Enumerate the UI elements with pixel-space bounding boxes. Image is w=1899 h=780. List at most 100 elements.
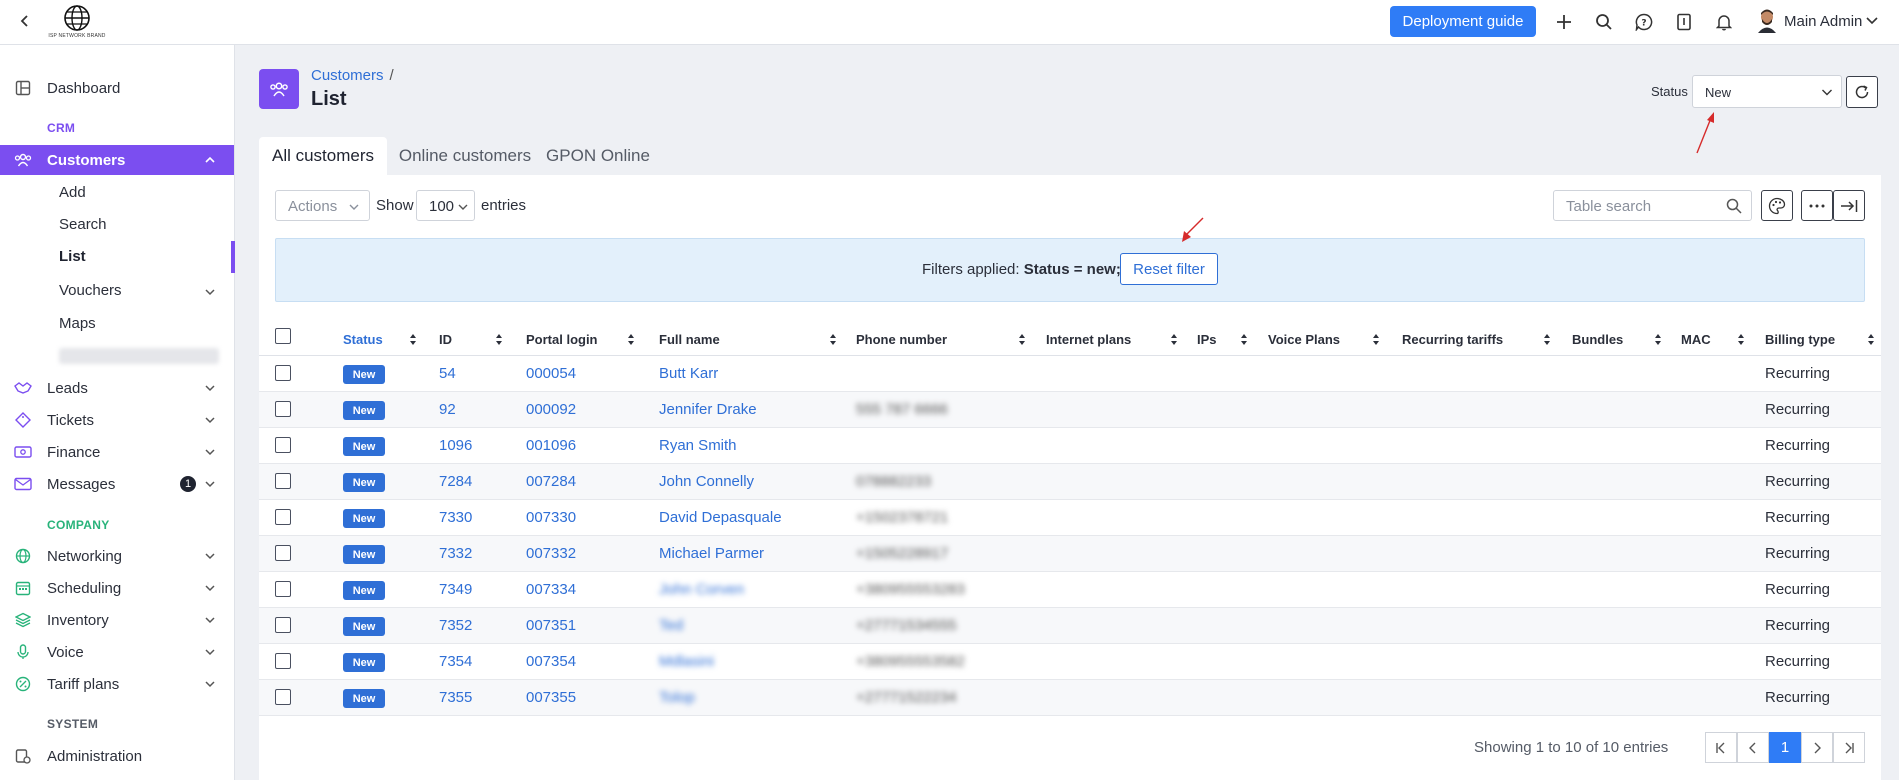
sidebar-item-voice[interactable]: Voice (0, 637, 234, 667)
tab-gpon-online[interactable]: GPON Online (543, 137, 653, 175)
column-header-bundles[interactable]: Bundles (1572, 332, 1623, 347)
column-header-mac[interactable]: MAC (1681, 332, 1711, 347)
sort-icon[interactable] (1018, 333, 1026, 346)
portal-login-link[interactable]: 007351 (526, 617, 576, 634)
search-icon[interactable] (1726, 198, 1742, 214)
full-name-link[interactable]: Michael Parmer (659, 545, 764, 562)
sidebar-subitem-redacted[interactable] (59, 348, 219, 364)
table-row[interactable]: New 7332 007332 Michael Parmer +1505228917 Re… (259, 536, 1881, 572)
chevron-down-icon[interactable] (203, 677, 217, 691)
sidebar-subitem-list[interactable]: List (59, 248, 86, 265)
table-row[interactable]: New 7352 007351 Ted +27771534555 Recurring (259, 608, 1881, 644)
help-icon[interactable]: ? (1632, 10, 1656, 34)
chevron-down-icon[interactable] (203, 445, 217, 459)
table-search-input[interactable] (1566, 198, 1716, 215)
customer-id-link[interactable]: 7284 (439, 473, 472, 490)
full-name-link[interactable]: Mdlasini (659, 653, 714, 670)
column-settings-button[interactable] (1761, 190, 1793, 221)
full-name-link[interactable]: Ryan Smith (659, 437, 737, 454)
row-checkbox[interactable] (275, 509, 291, 525)
table-row[interactable]: New 1096 001096 Ryan Smith Recurring (259, 428, 1881, 464)
table-row[interactable]: New 7354 007354 Mdlasini +380955553582 Recurr… (259, 644, 1881, 680)
tab-all-customers[interactable]: All customers (259, 137, 387, 175)
chevron-down-icon[interactable] (1864, 12, 1880, 28)
full-name-link[interactable]: David Depasquale (659, 509, 782, 526)
sort-icon[interactable] (1867, 333, 1875, 346)
full-name-link[interactable]: John Corven (659, 581, 744, 598)
customer-id-link[interactable]: 7349 (439, 581, 472, 598)
row-checkbox[interactable] (275, 617, 291, 633)
row-checkbox[interactable] (275, 689, 291, 705)
portal-login-link[interactable]: 000054 (526, 365, 576, 382)
sidebar-item-leads[interactable]: Leads (0, 373, 234, 403)
chevron-down-icon[interactable] (203, 613, 217, 627)
customer-id-link[interactable]: 7355 (439, 689, 472, 706)
sidebar-item-tickets[interactable]: Tickets (0, 405, 234, 435)
sidebar-item-networking[interactable]: Networking (0, 541, 234, 571)
chevron-down-icon[interactable] (203, 645, 217, 659)
row-checkbox[interactable] (275, 401, 291, 417)
sidebar-item-inventory[interactable]: Inventory (0, 605, 234, 635)
table-row[interactable]: New 92 000092 Jennifer Drake 555 787 6666 Rec… (259, 392, 1881, 428)
full-name-link[interactable]: Ted (659, 617, 683, 634)
plus-icon[interactable] (1552, 10, 1576, 34)
customer-id-link[interactable]: 92 (439, 401, 456, 418)
avatar[interactable] (1756, 9, 1778, 33)
sort-icon[interactable] (495, 333, 503, 346)
sidebar-item-customers[interactable]: Customers (0, 145, 234, 175)
row-checkbox[interactable] (275, 653, 291, 669)
customer-id-link[interactable]: 54 (439, 365, 456, 382)
portal-login-link[interactable]: 000092 (526, 401, 576, 418)
table-row[interactable]: New 7284 007284 John Connelly 078882233 Recur… (259, 464, 1881, 500)
column-header-internet-plans[interactable]: Internet plans (1046, 332, 1131, 347)
chevron-down-icon[interactable] (203, 413, 217, 427)
export-button[interactable] (1833, 190, 1865, 221)
sidebar-item-administration[interactable]: Administration (0, 741, 234, 771)
chevron-down-icon[interactable] (203, 581, 217, 595)
full-name-link[interactable]: Butt Karr (659, 365, 718, 382)
column-header-portal-login[interactable]: Portal login (526, 332, 598, 347)
book-icon[interactable] (1672, 10, 1696, 34)
sort-icon[interactable] (1543, 333, 1551, 346)
row-checkbox[interactable] (275, 581, 291, 597)
row-checkbox[interactable] (275, 545, 291, 561)
full-name-link[interactable]: Tolop (659, 689, 695, 706)
actions-dropdown[interactable]: Actions (275, 190, 370, 221)
sort-icon[interactable] (829, 333, 837, 346)
user-name[interactable]: Main Admin (1784, 13, 1862, 30)
sidebar-item-tariff-plans[interactable]: Tariff plans (0, 669, 234, 699)
sidebar-item-dashboard[interactable]: Dashboard (0, 73, 234, 103)
customer-id-link[interactable]: 7332 (439, 545, 472, 562)
chevron-down-icon[interactable] (203, 381, 217, 395)
column-header-full-name[interactable]: Full name (659, 332, 720, 347)
portal-login-link[interactable]: 007330 (526, 509, 576, 526)
sidebar-subitem-search[interactable]: Search (59, 216, 107, 233)
status-filter-select[interactable]: New (1692, 75, 1842, 108)
full-name-link[interactable]: John Connelly (659, 473, 754, 490)
page-1-button[interactable]: 1 (1769, 732, 1801, 763)
table-search[interactable] (1553, 190, 1752, 221)
sidebar-subitem-add[interactable]: Add (59, 184, 86, 201)
deployment-guide-button[interactable]: Deployment guide (1390, 6, 1536, 37)
next-page-button[interactable] (1801, 732, 1833, 763)
entries-per-page-select[interactable]: 100 (416, 190, 475, 221)
tab-online-customers[interactable]: Online customers (391, 137, 539, 175)
table-row[interactable]: New 7349 007334 John Corven +380955553283 Rec… (259, 572, 1881, 608)
column-header-ips[interactable]: IPs (1197, 332, 1217, 347)
portal-login-link[interactable]: 007284 (526, 473, 576, 490)
customer-id-link[interactable]: 1096 (439, 437, 472, 454)
sidebar-item-messages[interactable]: Messages 1 (0, 469, 234, 499)
customer-id-link[interactable]: 7352 (439, 617, 472, 634)
sidebar-subitem-maps[interactable]: Maps (59, 315, 96, 332)
chevron-up-icon[interactable] (203, 153, 217, 167)
sort-icon[interactable] (1654, 333, 1662, 346)
breadcrumb-customers-link[interactable]: Customers (311, 67, 384, 84)
column-header-id[interactable]: ID (439, 332, 452, 347)
chevron-down-icon[interactable] (203, 549, 217, 563)
first-page-button[interactable] (1705, 732, 1737, 763)
sort-icon[interactable] (409, 333, 417, 346)
table-row[interactable]: New 7355 007355 Tolop +27771522234 Recurring (259, 680, 1881, 716)
portal-login-link[interactable]: 001096 (526, 437, 576, 454)
company-logo[interactable]: ISP NETWORK BRAND (48, 4, 105, 40)
column-header-phone-number[interactable]: Phone number (856, 332, 947, 347)
